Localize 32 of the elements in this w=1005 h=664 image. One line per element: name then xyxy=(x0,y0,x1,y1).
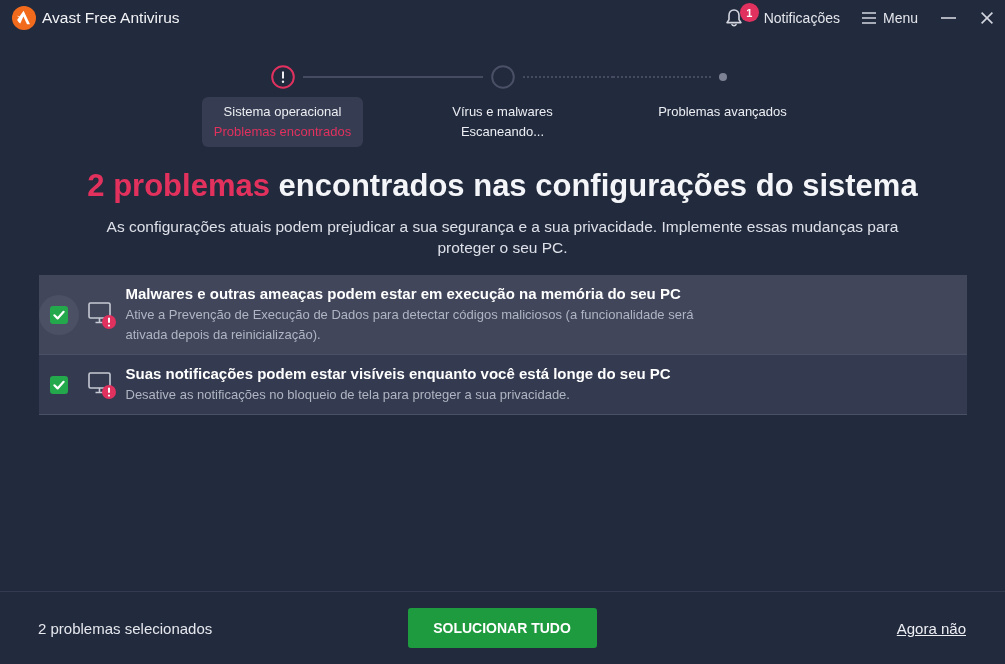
ring-icon xyxy=(490,65,515,89)
monitor-alert-icon xyxy=(87,371,116,399)
not-now-link[interactable]: Agora não xyxy=(896,619,966,637)
issue-title: Malwares e outras ameaças podem estar em execução na memória do seu PC xyxy=(125,285,682,303)
issue-row[interactable]: Suas notificações podem estar visíveis enquanto você está longe do seu PC Desative as notificações no bloqueio de tela para proteger a sua privacidade. xyxy=(38,355,967,415)
alert-circle-icon xyxy=(270,65,295,89)
page-heading: 2 problemas encontrados nas configurações do sistema xyxy=(87,168,918,204)
issue-row[interactable] xyxy=(38,275,967,355)
step-title: Sistema operacional xyxy=(223,103,342,121)
menu-icon xyxy=(861,12,876,24)
notification-count: 1 xyxy=(739,3,759,22)
logo-icon xyxy=(12,6,36,30)
step-status: Escaneando... xyxy=(460,123,545,141)
issue-description: Ative a Prevenção de Execução de Dados para detectar códigos maliciosos (a funcionalidade será ativada depois da reinicialização). xyxy=(125,306,695,344)
issue-title: Suas notificações podem estar visíveis enquanto você está longe do seu PC xyxy=(125,365,671,383)
step-title: Vírus e malwares xyxy=(452,103,553,121)
monitor-alert-icon xyxy=(87,301,116,329)
menu-button[interactable]: Menu xyxy=(861,10,918,26)
step-status: Problemas encontrados xyxy=(213,123,352,141)
step-title: Problemas avançados xyxy=(658,103,787,121)
fix-all-button[interactable]: SOLUCIONAR TUDO xyxy=(407,608,597,648)
page-subtitle: As configurações atuais podem prejudicar a sua segurança e a sua privacidade. Implemente essas mudanças para proteger o seu PC. xyxy=(105,217,900,258)
bell-icon xyxy=(724,8,743,28)
checkbox[interactable] xyxy=(49,376,68,394)
checkbox[interactable] xyxy=(49,306,68,324)
app-title: Avast Free Antivirus xyxy=(42,9,180,27)
issue-description: Desative as notificações no bloqueio de tela para proteger a sua privacidade. xyxy=(125,386,571,404)
dot-icon xyxy=(718,73,727,81)
close-icon xyxy=(981,12,993,24)
selection-count: 2 problemas selecionados xyxy=(38,619,213,637)
minimize-icon xyxy=(941,17,956,19)
close-button[interactable] xyxy=(981,10,993,26)
